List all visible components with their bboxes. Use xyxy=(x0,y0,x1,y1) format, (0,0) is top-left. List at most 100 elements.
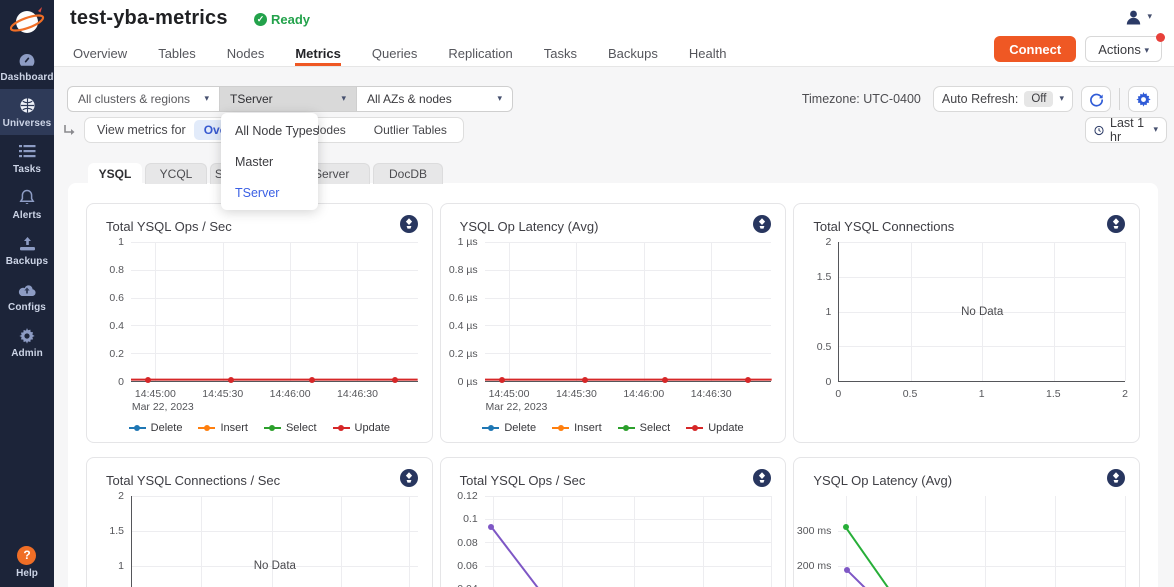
chevron-down-icon: ▾ xyxy=(204,93,209,104)
lg-dot xyxy=(623,425,629,431)
timezone-label: Timezone: UTC-0400 xyxy=(802,92,921,106)
dot xyxy=(843,524,849,530)
legend-item[interactable]: Update xyxy=(686,422,743,434)
legend-item[interactable]: Delete xyxy=(482,422,536,434)
chart-title: Total YSQL Ops / Sec xyxy=(106,219,232,234)
ylab: 0.12 xyxy=(441,490,478,502)
metric-tab-ycql[interactable]: YCQL xyxy=(145,163,207,184)
auto-refresh-control[interactable]: Auto Refresh: Off ▾ xyxy=(933,86,1073,112)
plot xyxy=(485,242,772,382)
tab-metrics[interactable]: Metrics xyxy=(295,40,341,66)
tab-backups[interactable]: Backups xyxy=(608,40,658,66)
universe-header: test-yba-metrics ✓ Ready ▾ xyxy=(54,0,1174,40)
xsub: Mar 22, 2023 xyxy=(132,401,194,413)
lg-dot xyxy=(558,425,564,431)
xlab: 0 xyxy=(835,388,841,400)
sidebar-item-help[interactable]: ? Help xyxy=(16,546,38,579)
sidebar-item-backups[interactable]: Backups xyxy=(0,227,54,273)
chart-plot-area[interactable]: No Data21.510.50 xyxy=(87,488,432,587)
ylab: 0.04 xyxy=(441,583,478,587)
legend-label: Insert xyxy=(220,422,248,434)
sidebar-item-configs[interactable]: Configs xyxy=(0,273,54,319)
ylab: 0.4 µs xyxy=(441,320,478,332)
ylab: 1 xyxy=(87,560,124,572)
legend-item[interactable]: Update xyxy=(333,422,390,434)
metrics-settings-button[interactable] xyxy=(1128,86,1158,112)
legend-item[interactable]: Insert xyxy=(552,422,602,434)
xlab: 14:45:30 xyxy=(556,388,597,400)
node-type-select[interactable]: TServer ▾ xyxy=(220,86,357,112)
user-icon xyxy=(1125,9,1142,26)
ylab: 0.6 xyxy=(87,292,124,304)
sidebar-item-alerts[interactable]: Alerts xyxy=(0,181,54,227)
xlab: 14:46:30 xyxy=(691,388,732,400)
sidebar-item-universes[interactable]: Universes xyxy=(0,89,54,135)
plot: No Data xyxy=(838,242,1125,382)
tab-health[interactable]: Health xyxy=(689,40,727,66)
az-node-select[interactable]: All AZs & nodes ▾ xyxy=(357,86,513,112)
sidebar: Dashboard Universes Tasks Alerts Backups… xyxy=(0,0,54,587)
chart-plot-area[interactable]: 1 µs0.8 µs0.6 µs0.4 µs0.2 µs0 µs14:45:00… xyxy=(441,234,786,442)
legend: Delete Insert Select Update xyxy=(87,422,432,434)
metric-tab-ysql[interactable]: YSQL xyxy=(88,163,142,184)
tab-overview[interactable]: Overview xyxy=(73,40,127,66)
chart-plot-area[interactable]: 300 ms200 ms100 ms0 ms xyxy=(794,488,1139,587)
chart-title: Total YSQL Connections / Sec xyxy=(106,473,280,488)
lg-dot xyxy=(134,425,140,431)
ylab: 300 ms xyxy=(794,525,831,537)
chart-card-ysql-op-latency: YSQL Op Latency (Avg) 1 µs0.8 µs0.6 µs0.… xyxy=(440,203,787,443)
node-type-dropdown: All Node Types Master TServer xyxy=(221,113,318,210)
view-metrics-label: View metrics for xyxy=(97,123,186,137)
chart-plot-area[interactable]: 0.120.10.080.060.040.020 xyxy=(441,488,786,587)
chart-title: YSQL Op Latency (Avg) xyxy=(813,473,952,488)
gridv xyxy=(201,496,202,587)
tab-tasks[interactable]: Tasks xyxy=(544,40,577,66)
dropdown-option-all-node-types[interactable]: All Node Types xyxy=(221,115,318,146)
charts-panel: Total YSQL Ops / Sec 10.80.60.40.2014:45… xyxy=(68,183,1158,587)
legend-item[interactable]: Select xyxy=(264,422,317,434)
cloud-upload-icon xyxy=(0,280,54,299)
sidebar-item-admin[interactable]: Admin xyxy=(0,319,54,365)
cluster-region-select[interactable]: All clusters & regions ▾ xyxy=(67,86,220,112)
sidebar-item-dashboard[interactable]: Dashboard xyxy=(0,43,54,89)
refresh-button[interactable] xyxy=(1081,86,1111,112)
chart-card-total-ysql-ops-2: Total YSQL Ops / Sec 0.120.10.080.060.04… xyxy=(440,457,787,587)
legend-label: Update xyxy=(708,422,743,434)
yugabyte-platform-logo[interactable] xyxy=(5,3,49,43)
auto-refresh-value: Off xyxy=(1024,91,1053,107)
segment-outlier-tables[interactable]: Outlier Tables xyxy=(364,120,457,140)
sidebar-item-label: Admin xyxy=(0,348,54,359)
lg-line xyxy=(552,427,569,429)
tab-nodes[interactable]: Nodes xyxy=(227,40,265,66)
sidebar-item-tasks[interactable]: Tasks xyxy=(0,135,54,181)
connect-button[interactable]: Connect xyxy=(994,36,1076,62)
lg-dot xyxy=(692,425,698,431)
chart-plot-area[interactable]: 10.80.60.40.2014:45:00Mar 22, 202314:45:… xyxy=(87,234,432,442)
user-menu[interactable]: ▾ xyxy=(1125,9,1152,26)
dropdown-option-tserver[interactable]: TServer xyxy=(221,177,318,208)
metric-tab-docdb[interactable]: DocDB xyxy=(373,163,443,184)
refresh-icon xyxy=(1089,92,1104,107)
tab-tables[interactable]: Tables xyxy=(158,40,196,66)
tab-replication[interactable]: Replication xyxy=(448,40,512,66)
nodata: No Data xyxy=(839,306,1125,318)
legend-item[interactable]: Delete xyxy=(129,422,183,434)
gear-icon xyxy=(1136,92,1151,107)
time-range-select[interactable]: Last 1 hr ▾ xyxy=(1085,117,1167,143)
check-icon: ✓ xyxy=(254,13,267,26)
legend-item[interactable]: Select xyxy=(618,422,671,434)
ylab: 1 xyxy=(794,306,831,318)
actions-button[interactable]: Actions ▾ xyxy=(1085,36,1162,62)
clock-icon xyxy=(1094,124,1104,137)
tab-queries[interactable]: Queries xyxy=(372,40,418,66)
dropdown-option-master[interactable]: Master xyxy=(221,146,318,177)
sidebar-item-label: Help xyxy=(16,568,38,579)
legend-item[interactable]: Insert xyxy=(198,422,248,434)
plot xyxy=(485,496,772,587)
sidebar-item-label: Backups xyxy=(0,256,54,267)
chart-plot-area[interactable]: No Data21.510.5000.511.52 xyxy=(794,234,1139,442)
sidebar-item-label: Alerts xyxy=(0,210,54,221)
gear-icon xyxy=(0,326,54,345)
sidebar-item-label: Dashboard xyxy=(0,72,54,83)
xlab: 1.5 xyxy=(1046,388,1061,400)
